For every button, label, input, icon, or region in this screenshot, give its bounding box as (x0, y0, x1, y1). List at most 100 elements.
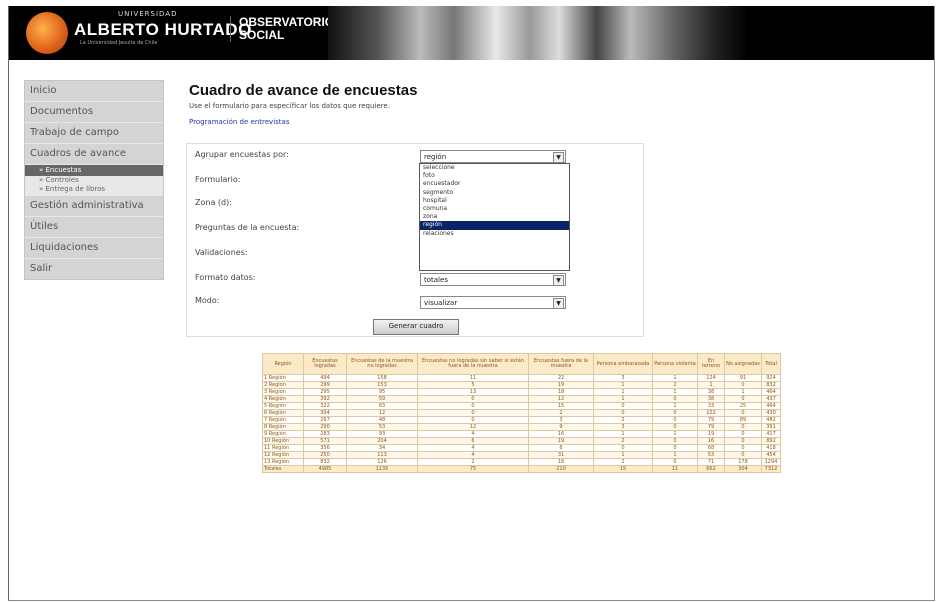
table-cell: 4985 (303, 465, 347, 473)
column-header: En terreno (697, 353, 725, 375)
table-cell: 0 (652, 395, 698, 403)
table-cell: 7 Región (262, 416, 304, 424)
sidebar-subitem-controles[interactable]: » Controles (25, 176, 163, 185)
table-cell: 11 (417, 374, 529, 382)
table-cell: 0 (652, 416, 698, 424)
table-cell: 12 (346, 409, 418, 417)
table-cell: 75 (417, 465, 529, 473)
chevron-down-icon[interactable]: ▼ (553, 298, 564, 309)
table-cell: 1 (697, 381, 725, 389)
table-cell: 15 (528, 402, 594, 410)
table-cell: 71 (697, 458, 725, 466)
dropdown-option[interactable]: foto (420, 172, 569, 180)
table-row: 5 Región 322 63 0 15 0 1 33 25 464 (262, 402, 781, 410)
table-cell: 0 (724, 395, 762, 403)
table-cell: 1 (593, 381, 653, 389)
sidebar-item-gestion-administrativa[interactable]: Gestión administrativa (25, 196, 163, 217)
table-cell: 3 (593, 374, 653, 382)
instructions-text: Use el formulario para especificar los d… (189, 102, 390, 110)
table-cell: 0 (724, 451, 762, 459)
table-cell: 16 (528, 430, 594, 438)
label-agrupar: Agrupar encuestas por: (195, 150, 289, 159)
sidebar-item-salir[interactable]: Salir (25, 259, 163, 279)
table-cell: 1135 (346, 465, 418, 473)
sidebar-subitem-entrega-de-libros[interactable]: » Entrega de libros (25, 185, 163, 196)
generate-button[interactable]: Generar cuadro (373, 319, 459, 335)
table-row: 10 Región 571 204 6 19 2 0 16 0 892 (262, 437, 781, 445)
dropdown-option[interactable]: encuestador (420, 180, 569, 188)
table-cell: 178 (724, 458, 762, 466)
table-total-row: Totales 4985 1135 75 210 15 11 662 304 7312 (262, 465, 781, 473)
table-row: 11 Región 356 34 4 6 0 0 68 0 418 (262, 444, 781, 452)
dropdown-option[interactable]: segmento (420, 189, 569, 197)
select-agrupar[interactable]: región ▼ (420, 150, 566, 163)
table-row: 13 Región 832 126 2 18 2 0 71 178 1294 (262, 458, 781, 466)
table-cell: 4 (417, 451, 529, 459)
sidebar-item-trabajo-de-campo[interactable]: Trabajo de campo (25, 123, 163, 144)
dropdown-option[interactable]: comuna (420, 205, 569, 213)
table-cell: 33 (697, 402, 725, 410)
table-cell: 5 Región (262, 402, 304, 410)
table-header-row: Región Encuestas logradas Encuestas de la … (262, 353, 781, 375)
sidebar-item-documentos[interactable]: Documentos (25, 102, 163, 123)
table-cell: 250 (303, 451, 347, 459)
column-header: Total (761, 353, 781, 375)
table-cell: 1 (593, 395, 653, 403)
table-cell: 124 (697, 374, 725, 382)
table-cell: 494 (303, 374, 347, 382)
sidebar-item-inicio[interactable]: Inicio (25, 81, 163, 102)
table-cell: 6 (417, 437, 529, 445)
table-cell: 3 Región (262, 388, 304, 396)
column-header: No asignadas (724, 353, 762, 375)
table-cell: 3 (528, 416, 594, 424)
table-cell: 22 (528, 374, 594, 382)
table-cell: 0 (724, 423, 762, 431)
table-row: 9 Región 283 93 4 16 1 1 19 0 417 (262, 430, 781, 438)
table-cell: 4 Región (262, 395, 304, 403)
column-header: Persona embarazada (593, 353, 653, 375)
table-row: 2 Región 299 153 5 19 1 2 1 0 832 (262, 381, 781, 389)
dropdown-option[interactable]: región (420, 221, 569, 230)
column-header: Persona violenta (652, 353, 698, 375)
label-zona: Zona (d): (195, 198, 232, 207)
table-cell: 482 (761, 416, 781, 424)
table-cell: 454 (761, 451, 781, 459)
table-cell: 295 (303, 388, 347, 396)
sidebar-subitem-encuestas[interactable]: » Encuestas (25, 165, 163, 176)
table-cell: 89 (724, 416, 762, 424)
sidebar-item-liquidaciones[interactable]: Liquidaciones (25, 238, 163, 259)
table-cell: 0 (417, 395, 529, 403)
sidebar-item-utiles[interactable]: Útiles (25, 217, 163, 238)
table-cell: 10 Región (262, 437, 304, 445)
dropdown-option[interactable]: hospital (420, 197, 569, 205)
programacion-link[interactable]: Programación de entrevistas (189, 118, 289, 126)
table-cell: 924 (761, 374, 781, 382)
sidebar-item-cuadros-de-avance[interactable]: Cuadros de avance (25, 144, 163, 165)
chevron-down-icon[interactable]: ▼ (553, 275, 564, 286)
table-cell: 25 (724, 402, 762, 410)
select-modo[interactable]: visualizar ▼ (420, 296, 566, 309)
select-formato-datos[interactable]: totales ▼ (420, 273, 566, 286)
table-cell: 430 (761, 409, 781, 417)
table-cell: 153 (346, 381, 418, 389)
table-cell: 1 (724, 388, 762, 396)
table-cell: 48 (346, 416, 418, 424)
dropdown-option[interactable]: seleccione (420, 164, 569, 172)
table-cell: 356 (303, 444, 347, 452)
table-cell: 53 (346, 423, 418, 431)
table-cell: 304 (724, 465, 762, 473)
chevron-down-icon[interactable]: ▼ (553, 152, 564, 163)
table-cell: 4 (417, 444, 529, 452)
table-cell: 12 (417, 423, 529, 431)
table-row: 12 Región 250 113 4 31 1 1 53 0 454 (262, 451, 781, 459)
table-cell: 418 (761, 444, 781, 452)
table-cell: 0 (652, 437, 698, 445)
agrupar-dropdown-list[interactable]: seleccione foto encuestador segmento hospita… (419, 163, 570, 271)
dropdown-option[interactable]: zona (420, 213, 569, 221)
table-cell: 19 (697, 430, 725, 438)
table-cell: 1 (652, 388, 698, 396)
table-row: 4 Región 392 59 0 12 1 0 38 0 437 (262, 395, 781, 403)
dropdown-option[interactable]: relaciones (420, 230, 569, 238)
label-validaciones: Validaciones: (195, 248, 248, 257)
table-cell: 299 (303, 381, 347, 389)
